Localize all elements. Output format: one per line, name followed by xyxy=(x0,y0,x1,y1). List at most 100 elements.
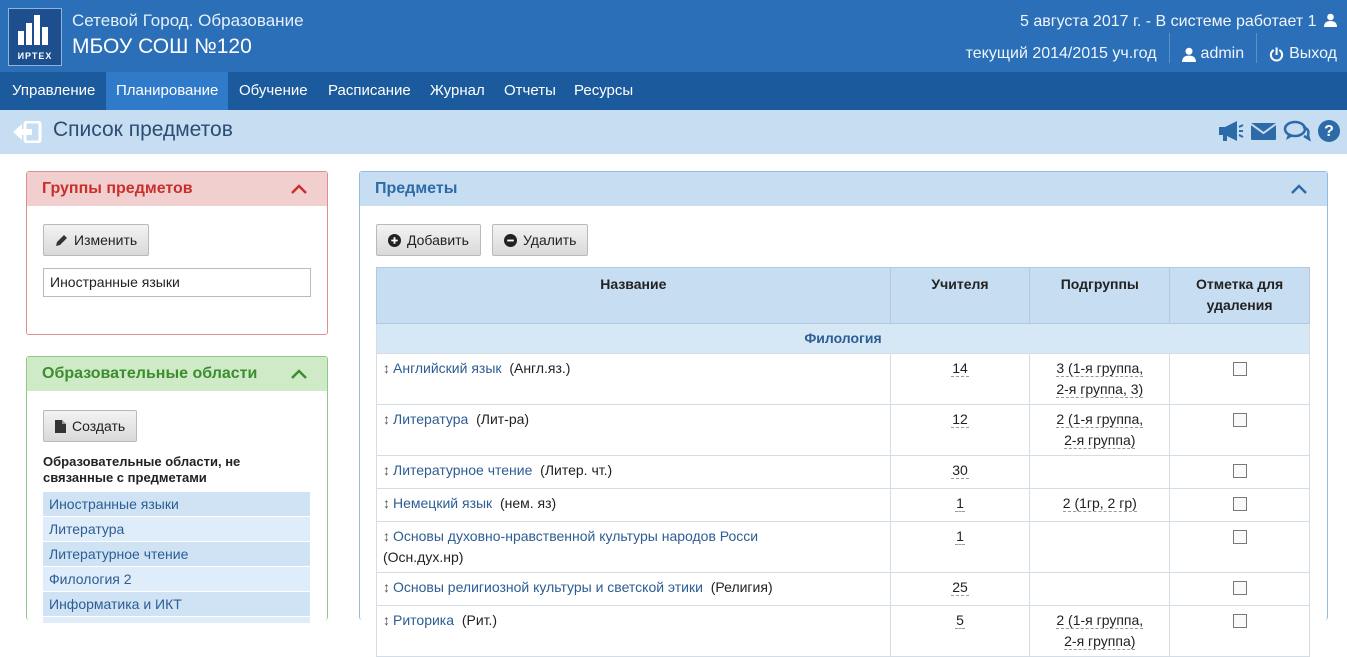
table-row: ↕ Немецкий язык (нем. яз) 1 2 (1гр, 2 гр) xyxy=(376,488,1310,522)
user-icon xyxy=(1181,47,1196,62)
drag-handle-icon[interactable]: ↕ xyxy=(383,360,390,376)
teachers-count[interactable]: 25 xyxy=(951,579,969,596)
area-item-literature[interactable]: Литература xyxy=(43,517,310,542)
table-row: ↕ Английский язык (Англ.яз.) 14 3 (1-я гр… xyxy=(376,353,1310,405)
teachers-cell: 30 xyxy=(889,455,1031,489)
subgroups-line[interactable]: 2 (1-я группа, xyxy=(1056,612,1144,629)
teachers-count[interactable]: 14 xyxy=(951,360,969,377)
subgroups-line[interactable]: 2 (1-я группа, xyxy=(1056,411,1144,428)
delete-checkbox[interactable] xyxy=(1232,581,1247,595)
subject-cell: ↕ Основы религиозной культуры и светской … xyxy=(376,572,891,606)
user-menu[interactable]: admin xyxy=(1181,39,1244,69)
help-icon[interactable]: ? xyxy=(1317,119,1341,143)
subjects-title: Предметы xyxy=(375,180,458,197)
subject-link[interactable]: Литература xyxy=(393,411,468,427)
subject-abbr: (Лит-ра) xyxy=(476,411,530,427)
nav-learning[interactable]: Обучение xyxy=(229,72,318,110)
delete-mark-cell xyxy=(1169,572,1310,606)
subgroups-cell xyxy=(1029,521,1171,573)
subject-link[interactable]: Литературное чтение xyxy=(393,462,532,478)
area-item-foreign-languages[interactable]: Иностранные языки xyxy=(43,492,310,517)
drag-handle-icon[interactable]: ↕ xyxy=(383,528,390,544)
delete-mark-cell xyxy=(1169,455,1310,489)
logout-link[interactable]: Выход xyxy=(1269,39,1337,69)
subgroups-line[interactable]: 2 (1гр, 2 гр) xyxy=(1062,495,1137,512)
nav-reports[interactable]: Отчеты xyxy=(494,72,566,110)
delete-checkbox[interactable] xyxy=(1232,413,1247,427)
subgroups-line[interactable]: 2-я группа) xyxy=(1064,432,1136,449)
col-teachers[interactable]: Учителя xyxy=(889,267,1031,324)
subject-abbr: (Англ.яз.) xyxy=(509,360,571,376)
subject-groups-header[interactable]: Группы предметов xyxy=(27,172,327,206)
drag-handle-icon[interactable]: ↕ xyxy=(383,612,390,628)
subject-cell: ↕ Английский язык (Англ.яз.) xyxy=(376,353,891,405)
subjects-panel: Предметы Добавить Удалить Название Учите… xyxy=(359,171,1328,657)
table-row: ↕ Литературное чтение (Литер. чт.) 30 xyxy=(376,455,1310,489)
area-item-partial[interactable] xyxy=(43,617,310,624)
megaphone-icon[interactable] xyxy=(1217,119,1244,143)
subjects-table: Название Учителя Подгруппы Отметка для у… xyxy=(376,267,1310,657)
subject-link[interactable]: Немецкий язык xyxy=(393,495,492,511)
nav-planning[interactable]: Планирование xyxy=(106,72,229,110)
area-item-literary-reading[interactable]: Литературное чтение xyxy=(43,542,310,567)
subjects-header[interactable]: Предметы xyxy=(360,172,1327,206)
teachers-count[interactable]: 5 xyxy=(955,612,965,629)
education-areas-header[interactable]: Образовательные области xyxy=(27,357,327,391)
drag-handle-icon[interactable]: ↕ xyxy=(383,462,390,478)
nav-schedule[interactable]: Расписание xyxy=(318,72,421,110)
chevron-up-icon[interactable] xyxy=(1291,184,1307,194)
header-tools: ? xyxy=(1217,119,1341,143)
delete-button[interactable]: Удалить xyxy=(492,224,589,256)
teachers-count[interactable]: 1 xyxy=(955,528,965,545)
col-name[interactable]: Название xyxy=(376,267,891,324)
svg-text:?: ? xyxy=(1324,123,1334,140)
create-button[interactable]: Создать xyxy=(43,410,138,442)
drag-handle-icon[interactable]: ↕ xyxy=(383,579,390,595)
chevron-up-icon[interactable] xyxy=(291,184,307,194)
plus-circle-icon xyxy=(388,233,401,247)
col-subgroups[interactable]: Подгруппы xyxy=(1029,267,1171,324)
teachers-count[interactable]: 12 xyxy=(951,411,969,428)
delete-checkbox[interactable] xyxy=(1232,362,1247,376)
nav-resources[interactable]: Ресурсы xyxy=(564,72,643,110)
table-row: ↕ Риторика (Рит.) 5 2 (1-я группа, 2-я гру… xyxy=(376,605,1310,657)
delete-checkbox[interactable] xyxy=(1232,614,1247,628)
subgroups-line[interactable]: 3 (1-я группа, xyxy=(1056,360,1144,377)
teachers-count[interactable]: 30 xyxy=(951,462,969,479)
drag-handle-icon[interactable]: ↕ xyxy=(383,411,390,427)
teachers-cell: 14 xyxy=(889,353,1031,405)
nav-management[interactable]: Управление xyxy=(2,72,105,110)
education-areas-list: Иностранные языки Литература Литературно… xyxy=(43,492,310,624)
add-button[interactable]: Добавить xyxy=(376,224,481,256)
chat-icon[interactable] xyxy=(1283,119,1311,143)
delete-checkbox[interactable] xyxy=(1232,530,1247,544)
back-icon[interactable] xyxy=(12,121,42,143)
teachers-cell: 5 xyxy=(889,605,1031,657)
nav-journal[interactable]: Журнал xyxy=(420,72,495,110)
teachers-count[interactable]: 1 xyxy=(955,495,965,512)
subgroups-line[interactable]: 2-я группа) xyxy=(1064,633,1136,650)
create-label: Создать xyxy=(72,418,126,434)
subject-cell: ↕ Риторика (Рит.) xyxy=(376,605,891,657)
edit-button[interactable]: Изменить xyxy=(43,224,150,256)
mail-icon[interactable] xyxy=(1250,119,1277,143)
subject-link[interactable]: Основы духовно-нравственной культуры нар… xyxy=(393,526,773,547)
education-areas-panel: Образовательные области Создать Образова… xyxy=(26,356,328,624)
subject-link[interactable]: Основы религиозной культуры и светской э… xyxy=(393,579,703,595)
subgroups-cell: 3 (1-я группа, 2-я группа, 3) xyxy=(1029,353,1171,405)
subject-link[interactable]: Риторика xyxy=(393,612,454,628)
subgroups-cell: 2 (1гр, 2 гр) xyxy=(1029,488,1171,522)
area-item-philology-2[interactable]: Филология 2 xyxy=(43,567,310,592)
delete-checkbox[interactable] xyxy=(1232,464,1247,478)
group-select[interactable]: Иностранные языки xyxy=(43,268,311,297)
subject-link[interactable]: Английский язык xyxy=(393,360,502,376)
school-year[interactable]: текущий 2014/2015 уч.год xyxy=(966,39,1157,69)
top-header: ИРТЕХ Сетевой Город. Образование МБОУ СО… xyxy=(0,0,1347,72)
delete-checkbox[interactable] xyxy=(1232,497,1247,511)
chevron-up-icon[interactable] xyxy=(291,369,307,379)
subgroups-line[interactable]: 2-я группа, 3) xyxy=(1056,381,1144,398)
subject-cell: ↕ Литературное чтение (Литер. чт.) xyxy=(376,455,891,489)
area-item-informatics[interactable]: Информатика и ИКТ xyxy=(43,592,310,617)
drag-handle-icon[interactable]: ↕ xyxy=(383,495,390,511)
teachers-cell: 12 xyxy=(889,404,1031,456)
